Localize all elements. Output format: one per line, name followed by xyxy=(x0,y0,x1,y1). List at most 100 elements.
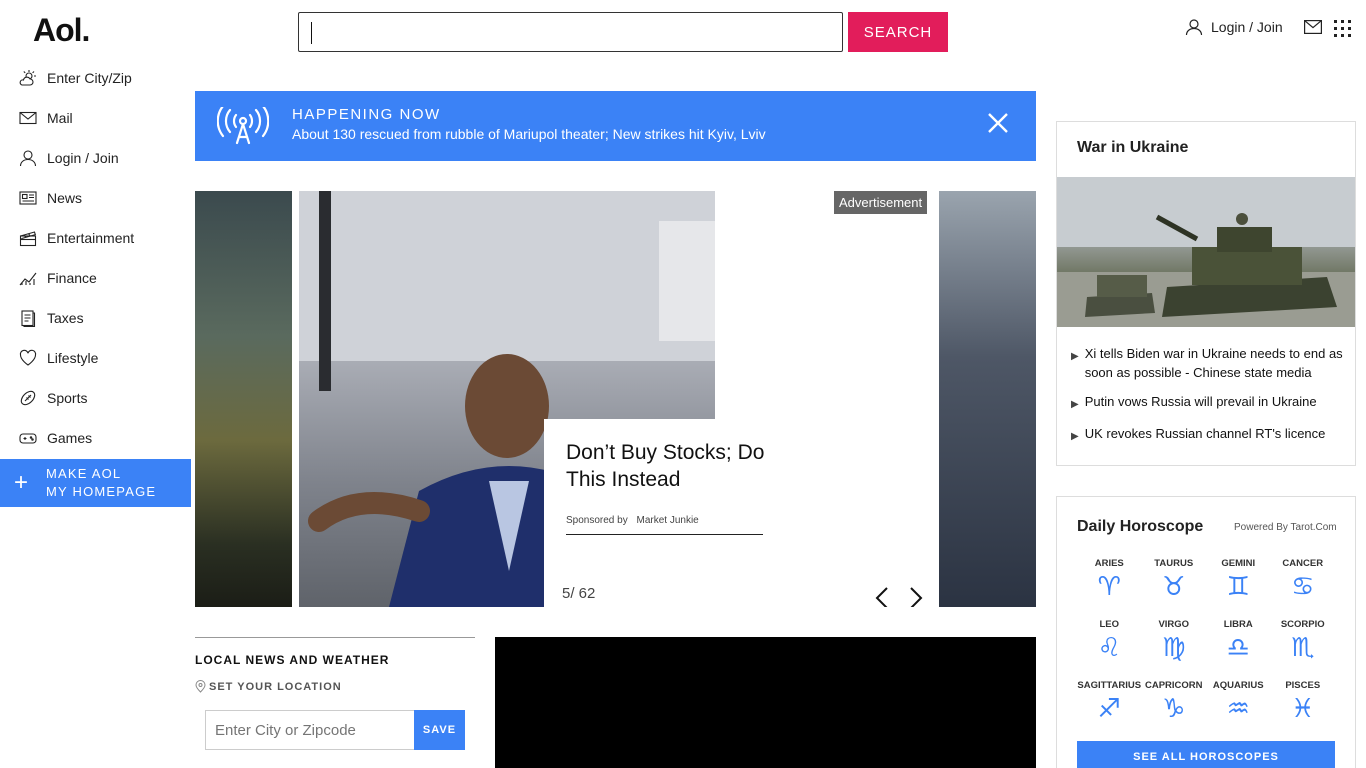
make-aol-homepage-button[interactable]: + MAKE AOL MY HOMEPAGE xyxy=(0,459,191,507)
mail-icon[interactable] xyxy=(1304,20,1322,34)
plus-icon: + xyxy=(14,469,29,496)
ukraine-card-title[interactable]: War in Ukraine xyxy=(1077,139,1188,157)
sidebar-item-taxes[interactable]: Taxes xyxy=(0,298,191,338)
virgo-icon: ♍ xyxy=(1162,633,1186,663)
save-button[interactable]: SAVE xyxy=(414,710,465,750)
sign-name: CAPRICORN xyxy=(1144,680,1203,691)
sidebar-item-games[interactable]: Games xyxy=(0,418,191,458)
zodiac-sign-aquarius[interactable]: AQUARIUS ♒ xyxy=(1206,680,1271,730)
sign-name: LEO xyxy=(1099,619,1120,630)
ukraine-tank-photo[interactable] xyxy=(1057,177,1355,327)
headline-text: UK revokes Russian channel RT's licence xyxy=(1084,426,1326,441)
search-button[interactable]: SEARCH xyxy=(848,12,948,52)
tank-illustration xyxy=(1057,177,1355,327)
chart-icon xyxy=(19,272,37,286)
zodiac-sign-cancer[interactable]: CANCER ♋ xyxy=(1271,558,1336,608)
sagittarius-icon: ♐ xyxy=(1097,694,1121,724)
sign-name: TAURUS xyxy=(1154,558,1194,569)
triangle-bullet-icon: ▶ xyxy=(1071,351,1079,362)
slide-caption[interactable]: Don’t Buy Stocks; Do This Instead Sponso… xyxy=(544,419,939,607)
sidebar-item-label: News xyxy=(47,190,83,206)
sidebar-item-label: Sports xyxy=(47,390,88,406)
banner-kicker: HAPPENING NOW xyxy=(292,106,441,123)
sidebar-item-mail[interactable]: Mail xyxy=(0,98,191,138)
sidebar-item-sports[interactable]: Sports xyxy=(0,378,191,418)
sidebar-item-label: Finance xyxy=(47,270,97,286)
ukraine-headline-list: ▶ Xi tells Biden war in Ukraine needs to … xyxy=(1071,344,1345,456)
sign-name: AQUARIUS xyxy=(1212,680,1264,691)
zodiac-sign-pisces[interactable]: PISCES ♓ xyxy=(1271,680,1336,730)
previous-slide-image[interactable] xyxy=(195,191,292,607)
triangle-bullet-icon: ▶ xyxy=(1071,431,1079,442)
slideshow-carousel: Advertisement Don’t Buy Stocks; Do This … xyxy=(195,191,1036,607)
gamepad-icon xyxy=(19,433,37,444)
sidebar-item-label: Login / Join xyxy=(47,150,119,166)
aquarius-icon: ♒ xyxy=(1226,694,1250,724)
zodiac-sign-sagittarius[interactable]: SAGITTARIUS ♐ xyxy=(1077,680,1142,730)
clapperboard-icon xyxy=(19,231,37,247)
make-home-line1: MAKE AOL xyxy=(46,466,122,481)
sidebar-item-label: Entertainment xyxy=(47,230,135,246)
sidebar-item-finance[interactable]: Finance xyxy=(0,258,191,298)
zodiac-sign-leo[interactable]: LEO ♌ xyxy=(1077,619,1142,669)
search-input[interactable] xyxy=(299,13,842,51)
document-icon xyxy=(21,310,36,327)
horoscope-title: Daily Horoscope xyxy=(1077,518,1204,535)
capricorn-icon: ♑ xyxy=(1162,694,1186,724)
list-item[interactable]: ▶ Putin vows Russia will prevail in Ukrai… xyxy=(1071,392,1345,414)
sidebar-item-label: Mail xyxy=(47,110,73,126)
search-box[interactable] xyxy=(298,12,843,52)
next-slide-image[interactable] xyxy=(939,191,1036,607)
happening-now-banner[interactable]: HAPPENING NOW About 130 rescued from rub… xyxy=(195,91,1036,161)
sign-name: CANCER xyxy=(1282,558,1324,569)
sign-name: SCORPIO xyxy=(1280,619,1325,630)
aries-icon: ♈ xyxy=(1097,572,1121,602)
zodiac-sign-scorpio[interactable]: SCORPIO ♏ xyxy=(1271,619,1336,669)
sidebar-item-entertainment[interactable]: Entertainment xyxy=(0,218,191,258)
aol-logo[interactable]: Aol. xyxy=(33,12,90,49)
zodiac-sign-taurus[interactable]: TAURUS ♉ xyxy=(1142,558,1207,608)
pisces-icon: ♓ xyxy=(1291,694,1315,724)
taurus-icon: ♉ xyxy=(1162,572,1186,602)
apps-grid-icon[interactable] xyxy=(1334,20,1351,37)
chevron-right-icon[interactable] xyxy=(908,586,924,607)
sponsored-by-label: Sponsored by xyxy=(566,515,628,526)
header-login-link[interactable]: Login / Join xyxy=(1185,18,1283,36)
list-item[interactable]: ▶ UK revokes Russian channel RT's licence xyxy=(1071,424,1345,446)
sidebar-item-label: Lifestyle xyxy=(47,350,99,366)
sidebar-item-lifestyle[interactable]: Lifestyle xyxy=(0,338,191,378)
zodiac-sign-virgo[interactable]: VIRGO ♍ xyxy=(1142,619,1207,669)
powered-by-label: Powered By Tarot.Com xyxy=(1234,522,1337,533)
set-location-label: SET YOUR LOCATION xyxy=(209,680,342,693)
sidebar-item-label: Taxes xyxy=(47,310,84,326)
weather-icon xyxy=(19,70,36,86)
zip-input[interactable] xyxy=(205,710,414,750)
local-news-title: LOCAL NEWS AND WEATHER xyxy=(195,653,390,667)
sidebar-item-news[interactable]: News xyxy=(0,178,191,218)
banner-headline[interactable]: About 130 rescued from rubble of Mariupo… xyxy=(292,126,766,142)
header-login-label: Login / Join xyxy=(1211,19,1283,35)
sidebar-item-login[interactable]: Login / Join xyxy=(0,138,191,178)
libra-icon: ♎ xyxy=(1226,633,1250,663)
zodiac-sign-aries[interactable]: ARIES ♈ xyxy=(1077,558,1142,608)
zodiac-sign-gemini[interactable]: GEMINI ♊ xyxy=(1206,558,1271,608)
list-item[interactable]: ▶ Xi tells Biden war in Ukraine needs to … xyxy=(1071,344,1345,382)
chevron-left-icon[interactable] xyxy=(874,586,890,607)
slide-title[interactable]: Don’t Buy Stocks; Do This Instead xyxy=(566,439,766,493)
see-all-horoscopes-button[interactable]: SEE ALL HOROSCOPES xyxy=(1077,741,1335,768)
sign-name: VIRGO xyxy=(1158,619,1190,630)
sponsor-name: Market Junkie xyxy=(636,515,699,526)
sidebar-item-weather[interactable]: Enter City/Zip xyxy=(0,58,191,98)
horoscope-card: Daily Horoscope Powered By Tarot.Com ARI… xyxy=(1056,496,1356,768)
user-icon xyxy=(19,150,37,167)
sidebar-item-label: Games xyxy=(47,430,93,446)
zip-form: SAVE xyxy=(205,710,465,750)
close-icon[interactable] xyxy=(987,112,1009,134)
sidebar: Enter City/Zip Mail Login / Join News En… xyxy=(0,58,191,458)
video-player[interactable] xyxy=(495,637,1036,768)
set-location-link[interactable]: SET YOUR LOCATION xyxy=(195,680,475,693)
scorpio-icon: ♏ xyxy=(1291,633,1315,663)
zodiac-sign-libra[interactable]: LIBRA ♎ xyxy=(1206,619,1271,669)
zodiac-sign-capricorn[interactable]: CAPRICORN ♑ xyxy=(1142,680,1207,730)
leo-icon: ♌ xyxy=(1097,633,1121,663)
